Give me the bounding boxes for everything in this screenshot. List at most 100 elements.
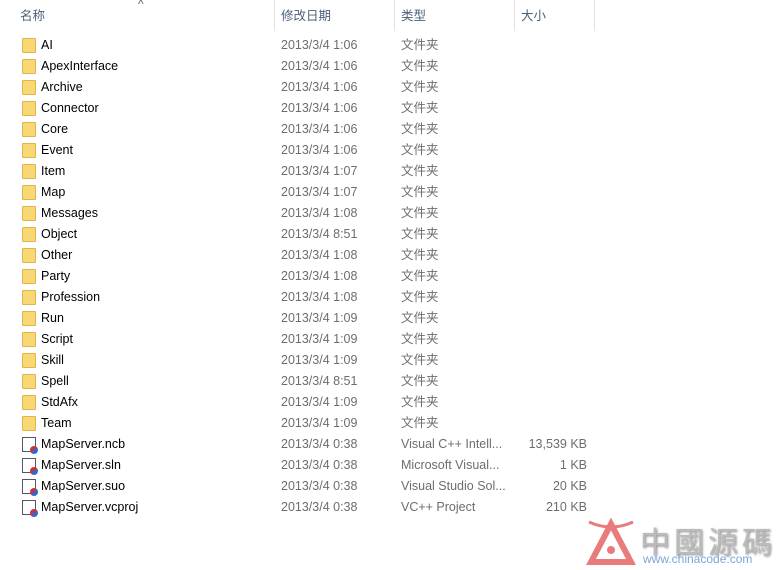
- file-date: 2013/3/4 0:38: [281, 479, 358, 493]
- file-type: 文件夹: [401, 290, 439, 304]
- file-type: 文件夹: [401, 38, 439, 52]
- file-type: 文件夹: [401, 227, 439, 241]
- file-row[interactable]: Script 2013/3/4 1:09 文件夹: [0, 329, 600, 350]
- file-row[interactable]: AI 2013/3/4 1:06 文件夹: [0, 35, 600, 56]
- file-name: Core: [41, 122, 69, 136]
- file-type: Visual C++ Intell...: [401, 437, 503, 451]
- file-type: 文件夹: [401, 353, 439, 367]
- file-name: MapServer.suo: [41, 479, 126, 493]
- file-row[interactable]: MapServer.ncb 2013/3/4 0:38 Visual C++ I…: [0, 434, 600, 455]
- column-name[interactable]: 名称: [14, 0, 274, 31]
- file-name: Spell: [41, 374, 69, 388]
- file-type: 文件夹: [401, 269, 439, 283]
- folder-icon: [22, 227, 36, 242]
- file-date: 2013/3/4 0:38: [281, 500, 358, 514]
- file-row[interactable]: Run 2013/3/4 1:09 文件夹: [0, 308, 600, 329]
- suo-file-icon: [22, 479, 38, 496]
- file-row[interactable]: Event 2013/3/4 1:06 文件夹: [0, 140, 600, 161]
- file-date: 2013/3/4 1:06: [281, 80, 358, 94]
- file-row[interactable]: Spell 2013/3/4 8:51 文件夹: [0, 371, 600, 392]
- file-name: Profession: [41, 290, 101, 304]
- file-row[interactable]: Object 2013/3/4 8:51 文件夹: [0, 224, 600, 245]
- file-row[interactable]: Map 2013/3/4 1:07 文件夹: [0, 182, 600, 203]
- file-row[interactable]: Item 2013/3/4 1:07 文件夹: [0, 161, 600, 182]
- file-date: 2013/3/4 1:07: [281, 164, 358, 178]
- file-row[interactable]: StdAfx 2013/3/4 1:09 文件夹: [0, 392, 600, 413]
- file-type: Visual Studio Sol...: [401, 479, 506, 493]
- folder-icon: [22, 185, 36, 200]
- file-date: 2013/3/4 1:08: [281, 248, 358, 262]
- file-type: 文件夹: [401, 143, 439, 157]
- file-date: 2013/3/4 1:06: [281, 101, 358, 115]
- file-row[interactable]: Profession 2013/3/4 1:08 文件夹: [0, 287, 600, 308]
- file-type: 文件夹: [401, 395, 439, 409]
- file-row[interactable]: MapServer.suo 2013/3/4 0:38 Visual Studi…: [0, 476, 600, 497]
- file-type: 文件夹: [401, 332, 439, 346]
- file-size: 210 KB: [545, 500, 587, 514]
- file-type: 文件夹: [401, 101, 439, 115]
- file-name: Run: [41, 311, 64, 325]
- file-name: Script: [41, 332, 73, 346]
- file-name: StdAfx: [41, 395, 78, 409]
- file-name: Map: [41, 185, 66, 199]
- file-date: 2013/3/4 1:06: [281, 38, 358, 52]
- file-row[interactable]: Archive 2013/3/4 1:06 文件夹: [0, 77, 600, 98]
- folder-icon: [22, 332, 36, 347]
- file-type: 文件夹: [401, 248, 439, 262]
- folder-icon: [22, 122, 36, 137]
- column-date[interactable]: 修改日期: [275, 0, 394, 31]
- file-name: Team: [41, 416, 72, 430]
- file-row[interactable]: ApexInterface 2013/3/4 1:06 文件夹: [0, 56, 600, 77]
- file-date: 2013/3/4 1:09: [281, 416, 358, 430]
- folder-icon: [22, 416, 36, 431]
- file-date: 2013/3/4 1:09: [281, 353, 358, 367]
- file-row[interactable]: Core 2013/3/4 1:06 文件夹: [0, 119, 600, 140]
- folder-icon: [22, 248, 36, 263]
- file-row[interactable]: Other 2013/3/4 1:08 文件夹: [0, 245, 600, 266]
- file-type: 文件夹: [401, 59, 439, 73]
- file-date: 2013/3/4 1:09: [281, 311, 358, 325]
- column-header: ^ 名称 修改日期 类型 大小: [0, 0, 780, 31]
- watermark-emblem-icon: [586, 517, 636, 565]
- file-row[interactable]: Messages 2013/3/4 1:08 文件夹: [0, 203, 600, 224]
- folder-icon: [22, 353, 36, 368]
- file-date: 2013/3/4 1:09: [281, 395, 358, 409]
- file-size: 1 KB: [559, 458, 587, 472]
- file-date: 2013/3/4 1:08: [281, 206, 358, 220]
- file-date: 2013/3/4 1:06: [281, 143, 358, 157]
- file-date: 2013/3/4 1:07: [281, 185, 358, 199]
- folder-icon: [22, 143, 36, 158]
- sln-file-icon: [22, 458, 38, 475]
- folder-icon: [22, 38, 36, 53]
- file-row[interactable]: MapServer.sln 2013/3/4 0:38 Microsoft Vi…: [0, 455, 600, 476]
- column-divider[interactable]: [594, 0, 595, 31]
- column-size[interactable]: 大小: [515, 0, 594, 31]
- file-name: ApexInterface: [41, 59, 119, 73]
- folder-icon: [22, 80, 36, 95]
- folder-icon: [22, 59, 36, 74]
- file-row[interactable]: MapServer.vcproj 2013/3/4 0:38 VC++ Proj…: [0, 497, 600, 518]
- file-name: MapServer.sln: [41, 458, 121, 472]
- folder-icon: [22, 101, 36, 116]
- file-type: 文件夹: [401, 374, 439, 388]
- watermark-url: www.chinacode.com: [643, 552, 753, 566]
- column-type[interactable]: 类型: [395, 0, 514, 31]
- file-type: Microsoft Visual...: [401, 458, 500, 472]
- file-name: Event: [41, 143, 73, 157]
- file-name: Item: [41, 164, 66, 178]
- file-date: 2013/3/4 1:09: [281, 332, 358, 346]
- file-type: 文件夹: [401, 122, 439, 136]
- file-type: 文件夹: [401, 164, 439, 178]
- file-date: 2013/3/4 1:08: [281, 269, 358, 283]
- file-name: Connector: [41, 101, 99, 115]
- folder-icon: [22, 269, 36, 284]
- file-date: 2013/3/4 8:51: [281, 374, 358, 388]
- file-row[interactable]: Skill 2013/3/4 1:09 文件夹: [0, 350, 600, 371]
- file-type: 文件夹: [401, 206, 439, 220]
- file-row[interactable]: Connector 2013/3/4 1:06 文件夹: [0, 98, 600, 119]
- file-date: 2013/3/4 0:38: [281, 437, 358, 451]
- file-date: 2013/3/4 8:51: [281, 227, 358, 241]
- file-row[interactable]: Team 2013/3/4 1:09 文件夹: [0, 413, 600, 434]
- file-row[interactable]: Party 2013/3/4 1:08 文件夹: [0, 266, 600, 287]
- file-name: Messages: [41, 206, 98, 220]
